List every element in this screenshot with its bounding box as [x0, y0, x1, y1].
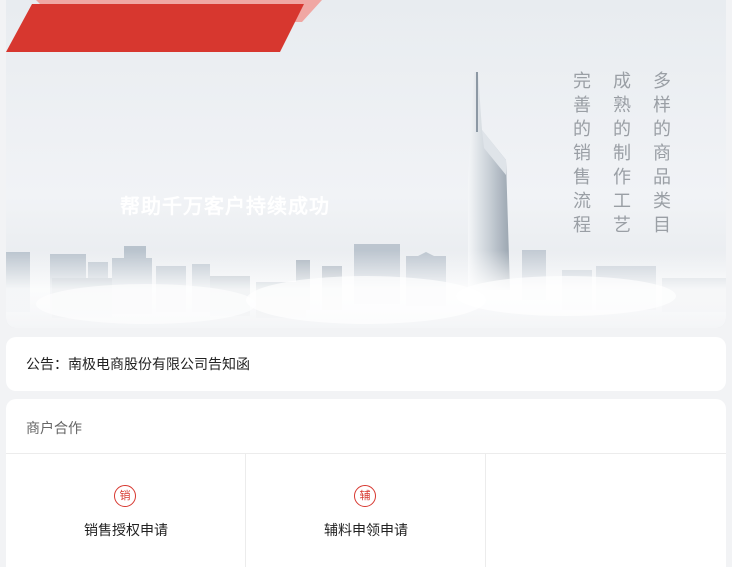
- materials-application-label: 辅料申领申请: [324, 523, 408, 539]
- slogan-column-3: 完善的销售流程: [573, 71, 591, 236]
- banner-headline: 帮助千万客户持续成功: [120, 194, 330, 218]
- slogan-column-1: 多样的商品类目: [653, 71, 671, 236]
- sales-authorization-item[interactable]: 销 销售授权申请: [6, 454, 246, 567]
- sales-authorization-label: 销售授权申请: [84, 523, 168, 539]
- notice-bar[interactable]: 公告：南极电商股份有限公司告知函: [6, 337, 726, 391]
- materials-application-item[interactable]: 辅 辅料申领申请: [246, 454, 486, 567]
- sales-icon: 销: [114, 485, 136, 507]
- section-title: 商户合作: [26, 421, 82, 437]
- empty-grid-cell: [486, 454, 726, 567]
- headline-ribbon: [6, 0, 322, 52]
- materials-icon: 辅: [354, 485, 376, 507]
- cooperation-card: 商户合作 销 销售授权申请 辅 辅料申领申请: [6, 399, 726, 567]
- cooperation-grid: 销 销售授权申请 辅 辅料申领申请: [6, 454, 726, 567]
- notice-text[interactable]: 公告：南极电商股份有限公司告知函: [26, 354, 250, 374]
- slogan-column-2: 成熟的制作工艺: [613, 71, 631, 236]
- hero-banner: 多样的商品类目 成熟的制作工艺 完善的销售流程 帮助千万客户持续成功: [6, 0, 726, 328]
